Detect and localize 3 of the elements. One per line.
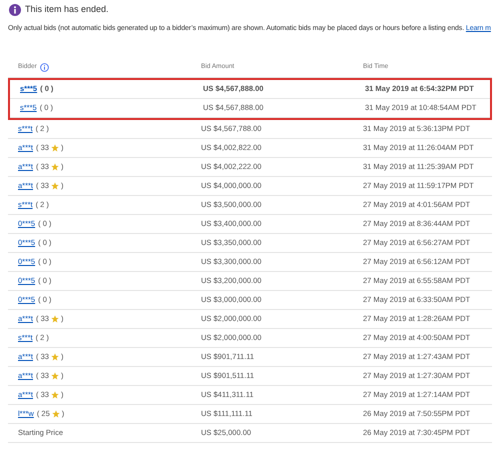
ended-notice: This item has ended.	[25, 3, 109, 16]
info-icon[interactable]	[40, 62, 49, 72]
info-icon	[9, 4, 21, 16]
